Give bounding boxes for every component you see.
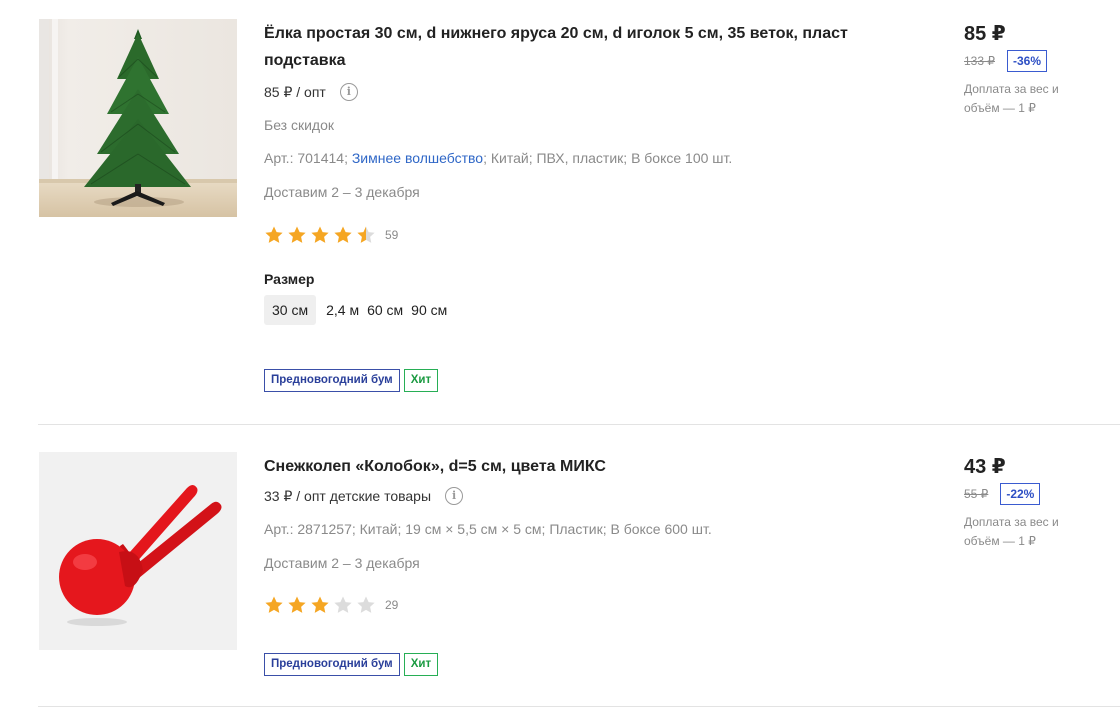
country: Китай — [490, 150, 529, 166]
size-label: Размер — [264, 271, 315, 287]
opt-price: 85 ₽ / опт — [264, 84, 326, 100]
star-icon — [287, 595, 307, 615]
delivery-info: Доставим 2 – 3 декабря — [264, 555, 420, 571]
product-image-snowball-maker[interactable] — [39, 452, 237, 650]
price-block-2: 43 ₽ 55 ₽ -22% Доплата за вес и объём — … — [964, 455, 1114, 551]
price-row: 133 ₽ -36% — [964, 50, 1114, 72]
divider — [38, 706, 1120, 707]
product-card-2: Снежколеп «Колобок», d=5 см, цвета МИКС … — [0, 425, 1120, 708]
snowball-maker-image — [39, 452, 237, 650]
rating-stars[interactable]: 59 — [264, 225, 904, 245]
tree-image — [39, 19, 237, 217]
badges: Предновогодний бум Хит — [264, 653, 904, 676]
star-icon — [287, 225, 307, 245]
surcharge-note: Доплата за вес и объём — 1 ₽ — [964, 82, 1059, 115]
rating-count: 59 — [385, 228, 399, 242]
size-option-2-4m[interactable]: 2,4 м — [316, 295, 363, 325]
article: Арт.: 2871257 — [264, 521, 352, 537]
rating-count: 29 — [385, 598, 399, 612]
material: Пластик — [549, 521, 603, 537]
article: Арт.: 701414 — [264, 150, 345, 166]
info-icon[interactable]: i — [339, 83, 358, 101]
product-image-tree[interactable] — [39, 19, 237, 217]
star-empty-icon — [333, 595, 353, 615]
size-option-90cm[interactable]: 90 см — [407, 295, 451, 325]
opt-price: 33 ₽ / опт детские товары — [264, 488, 432, 504]
badge-hit[interactable]: Хит — [403, 369, 439, 392]
country: Китай — [359, 521, 398, 537]
badge-hit[interactable]: Хит — [403, 653, 439, 676]
price: 43 ₽ — [964, 456, 1006, 478]
price: 85 ₽ — [964, 23, 1006, 45]
box-quantity: В боксе 100 шт. — [631, 150, 733, 166]
star-empty-icon — [356, 595, 376, 615]
info-icon[interactable]: i — [445, 487, 464, 505]
product-title[interactable]: Ёлка простая 30 см, d нижнего яруса 20 с… — [264, 20, 864, 74]
badges: Предновогодний бум Хит — [264, 369, 904, 392]
star-icon — [333, 225, 353, 245]
star-icon — [310, 595, 330, 615]
brand-link[interactable]: Зимнее волшебство — [352, 150, 483, 166]
badge-promo[interactable]: Предновогодний бум — [264, 653, 400, 676]
star-icon — [264, 595, 284, 615]
star-icon — [264, 225, 284, 245]
star-icon — [310, 225, 330, 245]
size-selector: 30 см 2,4 м 60 см 90 см — [264, 295, 904, 325]
delivery-info: Доставим 2 – 3 декабря — [264, 184, 420, 200]
dimensions: 19 см × 5,5 см × 5 см — [405, 521, 542, 537]
product-info-2: Снежколеп «Колобок», d=5 см, цвета МИКС … — [264, 453, 904, 676]
price-row: 55 ₽ -22% — [964, 483, 1114, 505]
discount-note: Без скидок — [264, 117, 334, 133]
opt-price-row: 85 ₽ / опт i — [264, 82, 904, 102]
badge-promo[interactable]: Предновогодний бум — [264, 369, 400, 392]
product-attributes: Арт.: 701414; Зимнее волшебство; Китай; … — [264, 150, 733, 166]
old-price: 55 ₽ — [964, 487, 989, 501]
product-info-1: Ёлка простая 30 см, d нижнего яруса 20 с… — [264, 20, 904, 392]
material: ПВХ, пластик — [536, 150, 624, 166]
product-card-1: Ёлка простая 30 см, d нижнего яруса 20 с… — [0, 0, 1120, 425]
discount-badge: -36% — [1007, 50, 1048, 72]
product-title[interactable]: Снежколеп «Колобок», d=5 см, цвета МИКС — [264, 453, 864, 480]
box-quantity: В боксе 600 шт. — [610, 521, 712, 537]
surcharge-note: Доплата за вес и объём — 1 ₽ — [964, 515, 1059, 548]
star-half-icon — [356, 225, 376, 245]
product-attributes: Арт.: 2871257; Китай; 19 см × 5,5 см × 5… — [264, 521, 712, 537]
size-option-60cm[interactable]: 60 см — [363, 295, 407, 325]
rating-stars[interactable]: 29 — [264, 595, 904, 615]
price-block-1: 85 ₽ 133 ₽ -36% Доплата за вес и объём —… — [964, 22, 1114, 118]
discount-badge: -22% — [1000, 483, 1041, 505]
size-option-30cm[interactable]: 30 см — [264, 295, 317, 325]
opt-price-row: 33 ₽ / опт детские товары i — [264, 486, 904, 506]
old-price: 133 ₽ — [964, 54, 995, 68]
